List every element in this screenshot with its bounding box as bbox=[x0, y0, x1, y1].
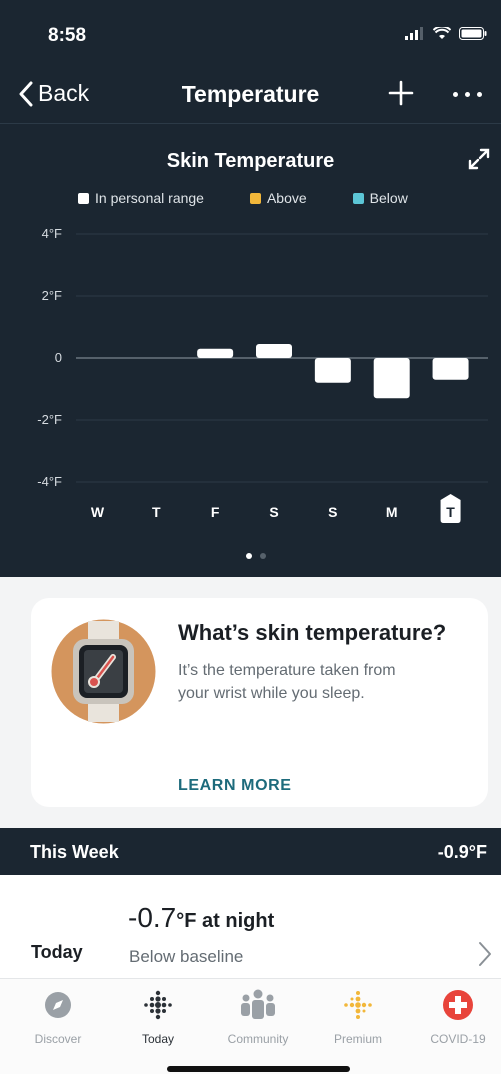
today-row[interactable]: Today -0.7°F at night Below baseline bbox=[0, 875, 501, 978]
this-week-header: This Week -0.9°F bbox=[0, 828, 501, 875]
x-tick-label: S bbox=[328, 504, 337, 520]
back-button[interactable]: Back bbox=[18, 80, 89, 107]
info-card-body: It’s the temperature taken from your wri… bbox=[178, 662, 396, 702]
today-temperature: -0.7 bbox=[128, 902, 177, 933]
legend-swatch bbox=[352, 192, 364, 204]
battery-icon bbox=[459, 27, 487, 40]
tab-community[interactable]: Community bbox=[218, 987, 298, 1046]
x-tick-label: F bbox=[211, 504, 220, 520]
tab-covid-19[interactable]: COVID-19 bbox=[418, 987, 498, 1046]
add-button[interactable] bbox=[387, 79, 415, 112]
watch-thermometer-icon bbox=[51, 619, 156, 724]
x-tick-label: S bbox=[269, 504, 278, 520]
more-dot bbox=[465, 92, 470, 97]
y-tick-label: 0 bbox=[55, 350, 62, 365]
tab-bar: Discover Today Community Premium COVID-1… bbox=[0, 978, 501, 1074]
status-icons bbox=[405, 27, 487, 40]
bar[interactable] bbox=[314, 358, 351, 383]
community-icon bbox=[241, 989, 275, 1019]
y-tick-label: 4°F bbox=[42, 226, 62, 241]
today-description: Below baseline bbox=[129, 947, 244, 966]
chart-legend: In personal range Above Below bbox=[78, 190, 408, 206]
expand-icon bbox=[468, 148, 490, 170]
x-tick-label: M bbox=[386, 504, 398, 520]
bar[interactable] bbox=[432, 358, 469, 380]
more-dot bbox=[477, 92, 482, 97]
expand-button[interactable] bbox=[466, 146, 492, 177]
info-section: What’s skin temperature? It’s the temper… bbox=[0, 577, 501, 828]
page-dot bbox=[260, 553, 266, 559]
tab-label: Premium bbox=[333, 1032, 382, 1046]
tab-discover[interactable]: Discover bbox=[18, 987, 98, 1046]
covid-cross-icon bbox=[443, 990, 473, 1020]
wifi-icon bbox=[433, 27, 451, 39]
legend-item-above: Above bbox=[249, 190, 307, 206]
skin-temperature-chart[interactable]: 4°F 2°F 0 -2°F -4°F W T F S S M T bbox=[0, 220, 501, 530]
chart-title: Skin Temperature bbox=[166, 150, 335, 172]
legend-item-below: Below bbox=[352, 190, 408, 206]
chevron-right-icon bbox=[479, 942, 491, 966]
today-dots-icon bbox=[144, 990, 172, 1020]
tab-label: Community bbox=[227, 1032, 289, 1046]
info-card[interactable]: What’s skin temperature? It’s the temper… bbox=[31, 598, 488, 807]
legend-label: Above bbox=[266, 190, 307, 206]
y-tick-label: -2°F bbox=[37, 412, 62, 427]
more-dot bbox=[453, 92, 458, 97]
today-label: Today bbox=[31, 942, 83, 962]
y-tick-label: -4°F bbox=[37, 474, 62, 489]
page-indicator[interactable] bbox=[246, 553, 266, 559]
nav-bar: Back Temperature bbox=[0, 70, 501, 124]
today-unit: °F at night bbox=[176, 910, 275, 932]
x-tick-label: T bbox=[152, 504, 161, 520]
legend-swatch bbox=[78, 192, 89, 204]
bar[interactable] bbox=[197, 348, 234, 358]
this-week-label: This Week bbox=[30, 842, 119, 862]
bar[interactable] bbox=[256, 344, 292, 358]
signal-icon bbox=[405, 27, 423, 40]
legend-swatch bbox=[249, 192, 261, 204]
chart-panel: 8:58 Back Temperature Skin Temperature I… bbox=[0, 0, 501, 577]
compass-icon bbox=[45, 992, 71, 1018]
premium-icon bbox=[344, 991, 372, 1019]
tab-label: COVID-19 bbox=[430, 1032, 486, 1046]
page-dot bbox=[246, 553, 252, 559]
tab-today[interactable]: Today bbox=[118, 987, 198, 1046]
x-tick-label: T bbox=[446, 504, 455, 520]
legend-label: In personal range bbox=[95, 190, 204, 206]
more-button[interactable] bbox=[453, 92, 482, 97]
y-tick-label: 2°F bbox=[42, 288, 62, 303]
tab-premium[interactable]: Premium bbox=[318, 987, 398, 1046]
bar[interactable] bbox=[373, 358, 410, 399]
back-label: Back bbox=[38, 80, 90, 106]
today-value: -0.7°F at night bbox=[128, 902, 274, 934]
x-tick-label: W bbox=[91, 504, 105, 520]
status-bar: 8:58 bbox=[0, 0, 501, 70]
learn-more-link[interactable]: LEARN MORE bbox=[178, 777, 292, 795]
home-indicator[interactable] bbox=[167, 1066, 350, 1072]
tab-label: Discover bbox=[34, 1032, 82, 1046]
legend-label: Below bbox=[369, 190, 408, 206]
info-card-title: What’s skin temperature? bbox=[178, 620, 447, 645]
status-time: 8:58 bbox=[48, 25, 87, 46]
plus-icon bbox=[388, 80, 414, 106]
tab-label: Today bbox=[141, 1032, 175, 1046]
this-week-value: -0.9°F bbox=[437, 842, 487, 862]
legend-item-in-range: In personal range bbox=[78, 190, 204, 206]
chevron-left-icon bbox=[19, 81, 33, 106]
